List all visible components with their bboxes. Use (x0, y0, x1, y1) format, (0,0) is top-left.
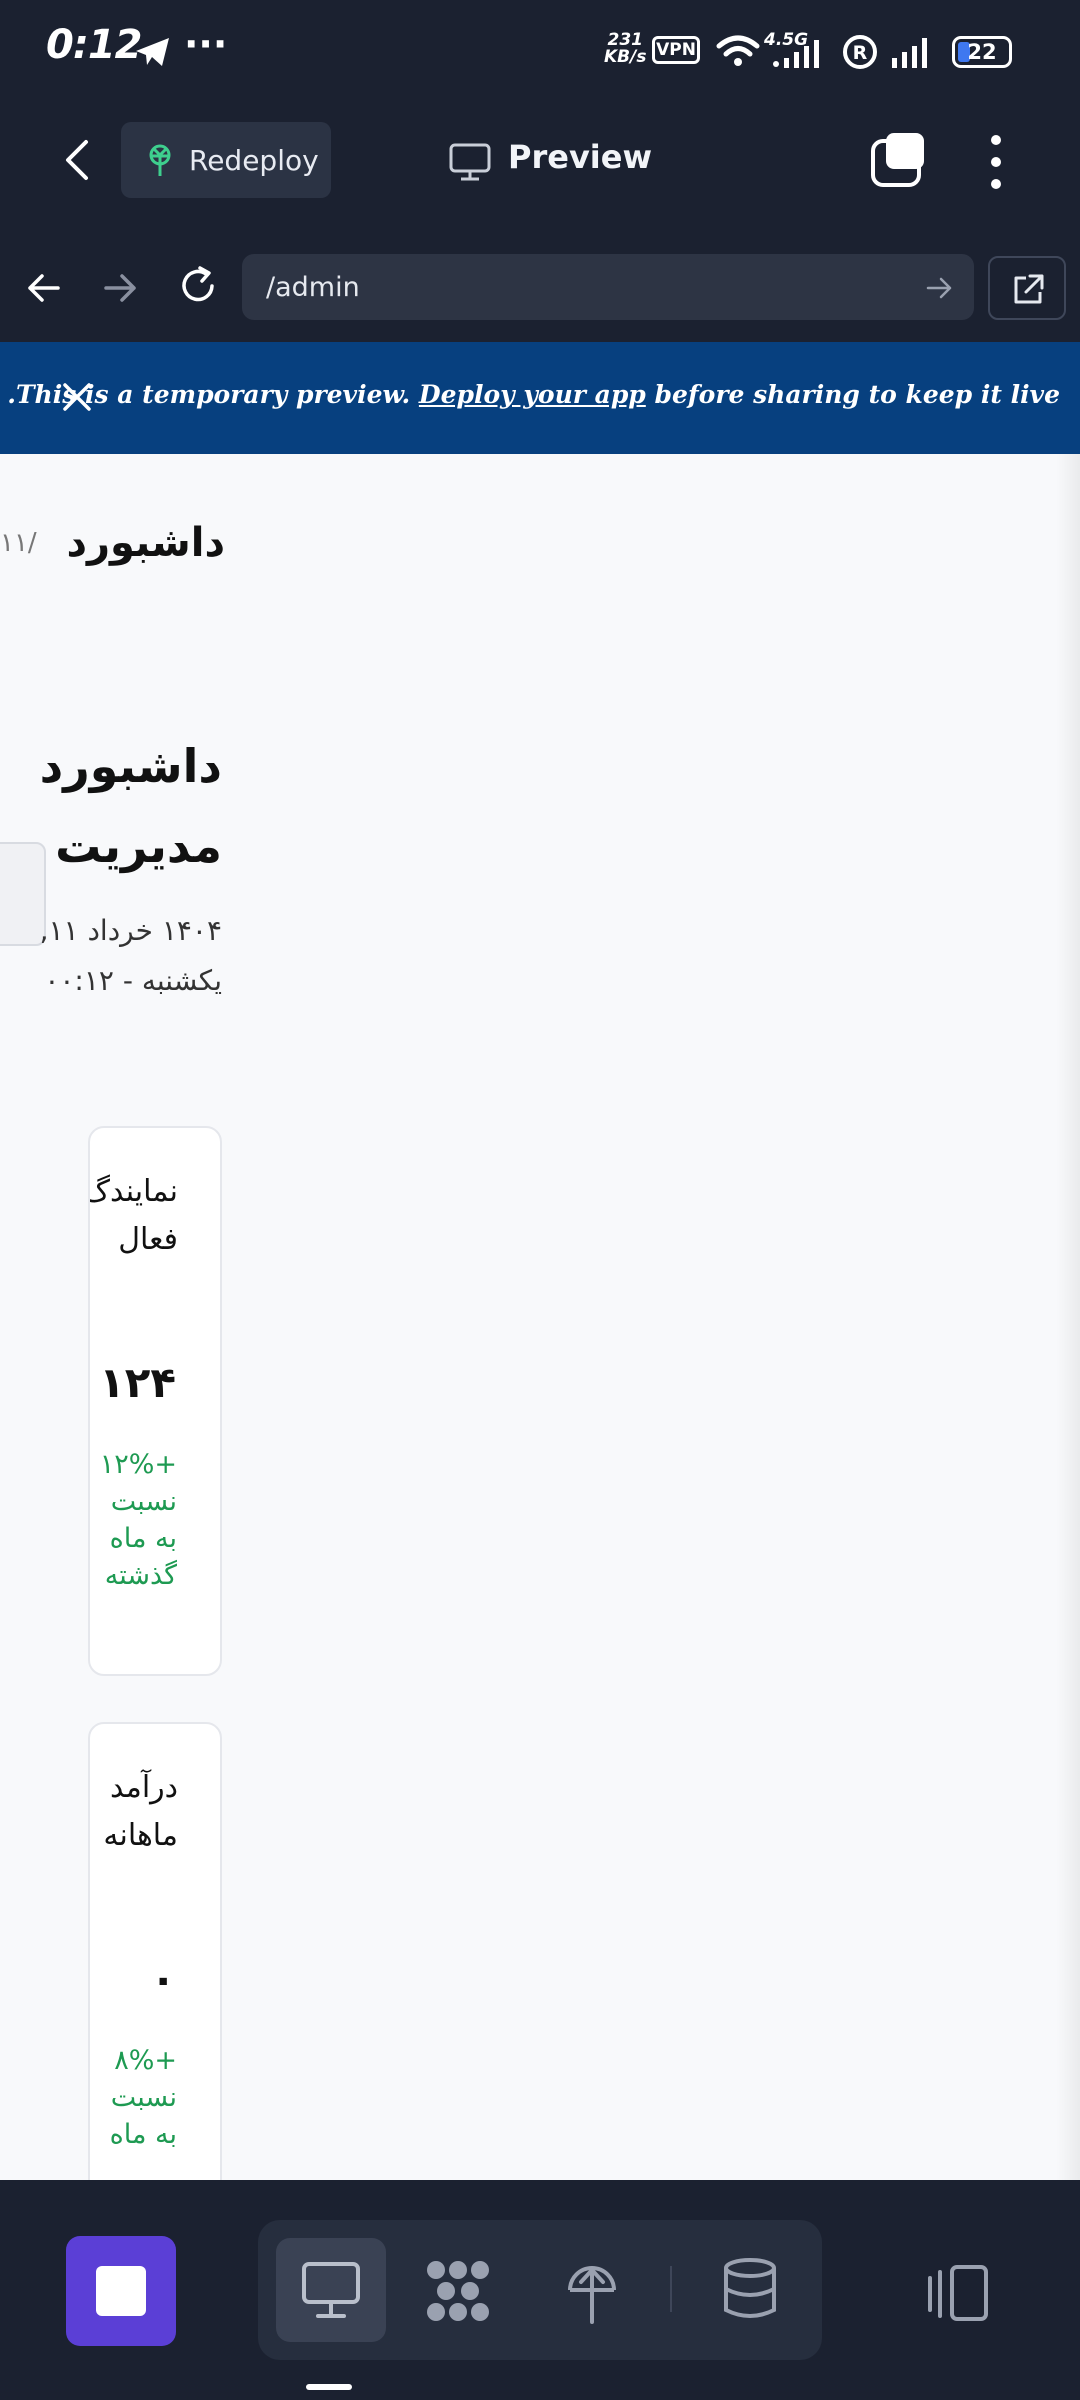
view-switcher (258, 2220, 822, 2360)
stat-card-monthly-revenue: درآمد ماهانه ۰ +۸% نسبت به ماه (88, 1722, 222, 2180)
deploy-icon[interactable] (564, 2256, 620, 2326)
browser-nav-bar: /admin (0, 232, 1080, 342)
stop-icon (96, 2266, 146, 2316)
site-brand: داشبورد (66, 520, 225, 566)
header-date-fragment: ۱۱/ (0, 528, 37, 558)
redeploy-button[interactable]: Redeploy (121, 122, 331, 198)
home-indicator (306, 2384, 352, 2390)
monitor-icon (449, 143, 491, 181)
bottom-toolbar (0, 2180, 1080, 2400)
stat-card-value: ۱۲۴ (99, 1358, 176, 1407)
page-edge-shadow (1056, 454, 1080, 2180)
tabs-switcher-icon[interactable] (868, 130, 930, 190)
stat-card-active-agents: نمایندگ فعال ۱۲۴ +۱۲% نسبت به ماه گذشته (88, 1126, 222, 1676)
overflow-menu-icon[interactable] (982, 132, 1010, 192)
stat-card-change: +۸% نسبت به ماه (109, 2045, 177, 2150)
stat-card-label: نمایندگ فعال (88, 1174, 178, 1257)
page-date: ۱۴۰۴ خرداد ۱۱, یکشنبه - ۰۰:۱۲ (39, 914, 222, 997)
split-view-icon[interactable] (926, 2264, 992, 2322)
tab-preview[interactable] (276, 2238, 386, 2342)
url-text: /admin (266, 271, 360, 303)
redeploy-icon (149, 144, 171, 176)
stop-button[interactable] (66, 2236, 176, 2346)
network-speed: 231 KB/s (604, 30, 647, 67)
redeploy-label: Redeploy (189, 143, 319, 177)
vpn-badge: VPN (652, 36, 700, 64)
battery-icon: 22 (952, 36, 1012, 68)
nav-back-arrow-icon[interactable] (24, 268, 64, 308)
svg-text:R: R (853, 42, 868, 64)
back-chevron-icon[interactable] (58, 136, 98, 184)
nodes-icon[interactable] (422, 2258, 494, 2324)
go-arrow-icon[interactable] (926, 276, 954, 300)
telegram-icon (136, 38, 169, 66)
temporary-preview-banner: .This is a temporary preview. Deploy you… (0, 342, 1080, 454)
nav-forward-arrow-icon[interactable] (100, 268, 140, 308)
reload-icon[interactable] (176, 264, 220, 308)
cell-signal-1-icon (773, 40, 819, 68)
deploy-app-link[interactable]: Deploy your app (419, 380, 646, 409)
cell-signal-2-icon (892, 38, 927, 68)
external-link-icon (1014, 274, 1044, 304)
monitor-icon (302, 2262, 360, 2318)
preview-title: Preview (508, 138, 653, 176)
status-time: 0:12 (46, 22, 142, 68)
open-external-button[interactable] (988, 256, 1066, 320)
web-content: ۱۱/ داشبورد داشبورد مدیریت ۱۴۰۴ خرداد ۱۱… (0, 454, 1080, 2180)
page-title: داشبورد مدیریت (39, 739, 222, 873)
toolbar-divider (670, 2266, 672, 2312)
stat-card-value: ۰ (150, 1954, 176, 2003)
status-bar: 0:12 ··· 231 KB/s VPN 4.5G R 22 (0, 0, 1080, 100)
wifi-icon (716, 35, 760, 66)
stat-card-label: درآمد ماهانه (103, 1770, 178, 1853)
more-notifications-icon: ··· (184, 22, 228, 66)
stat-card-change: +۱۲% نسبت به ماه گذشته (99, 1449, 177, 1591)
registered-icon: R (843, 35, 877, 69)
database-icon[interactable] (720, 2256, 780, 2322)
url-input[interactable]: /admin (242, 254, 974, 320)
app-header: Redeploy Preview (0, 100, 1080, 234)
banner-message: .This is a temporary preview. Deploy you… (7, 380, 1060, 409)
